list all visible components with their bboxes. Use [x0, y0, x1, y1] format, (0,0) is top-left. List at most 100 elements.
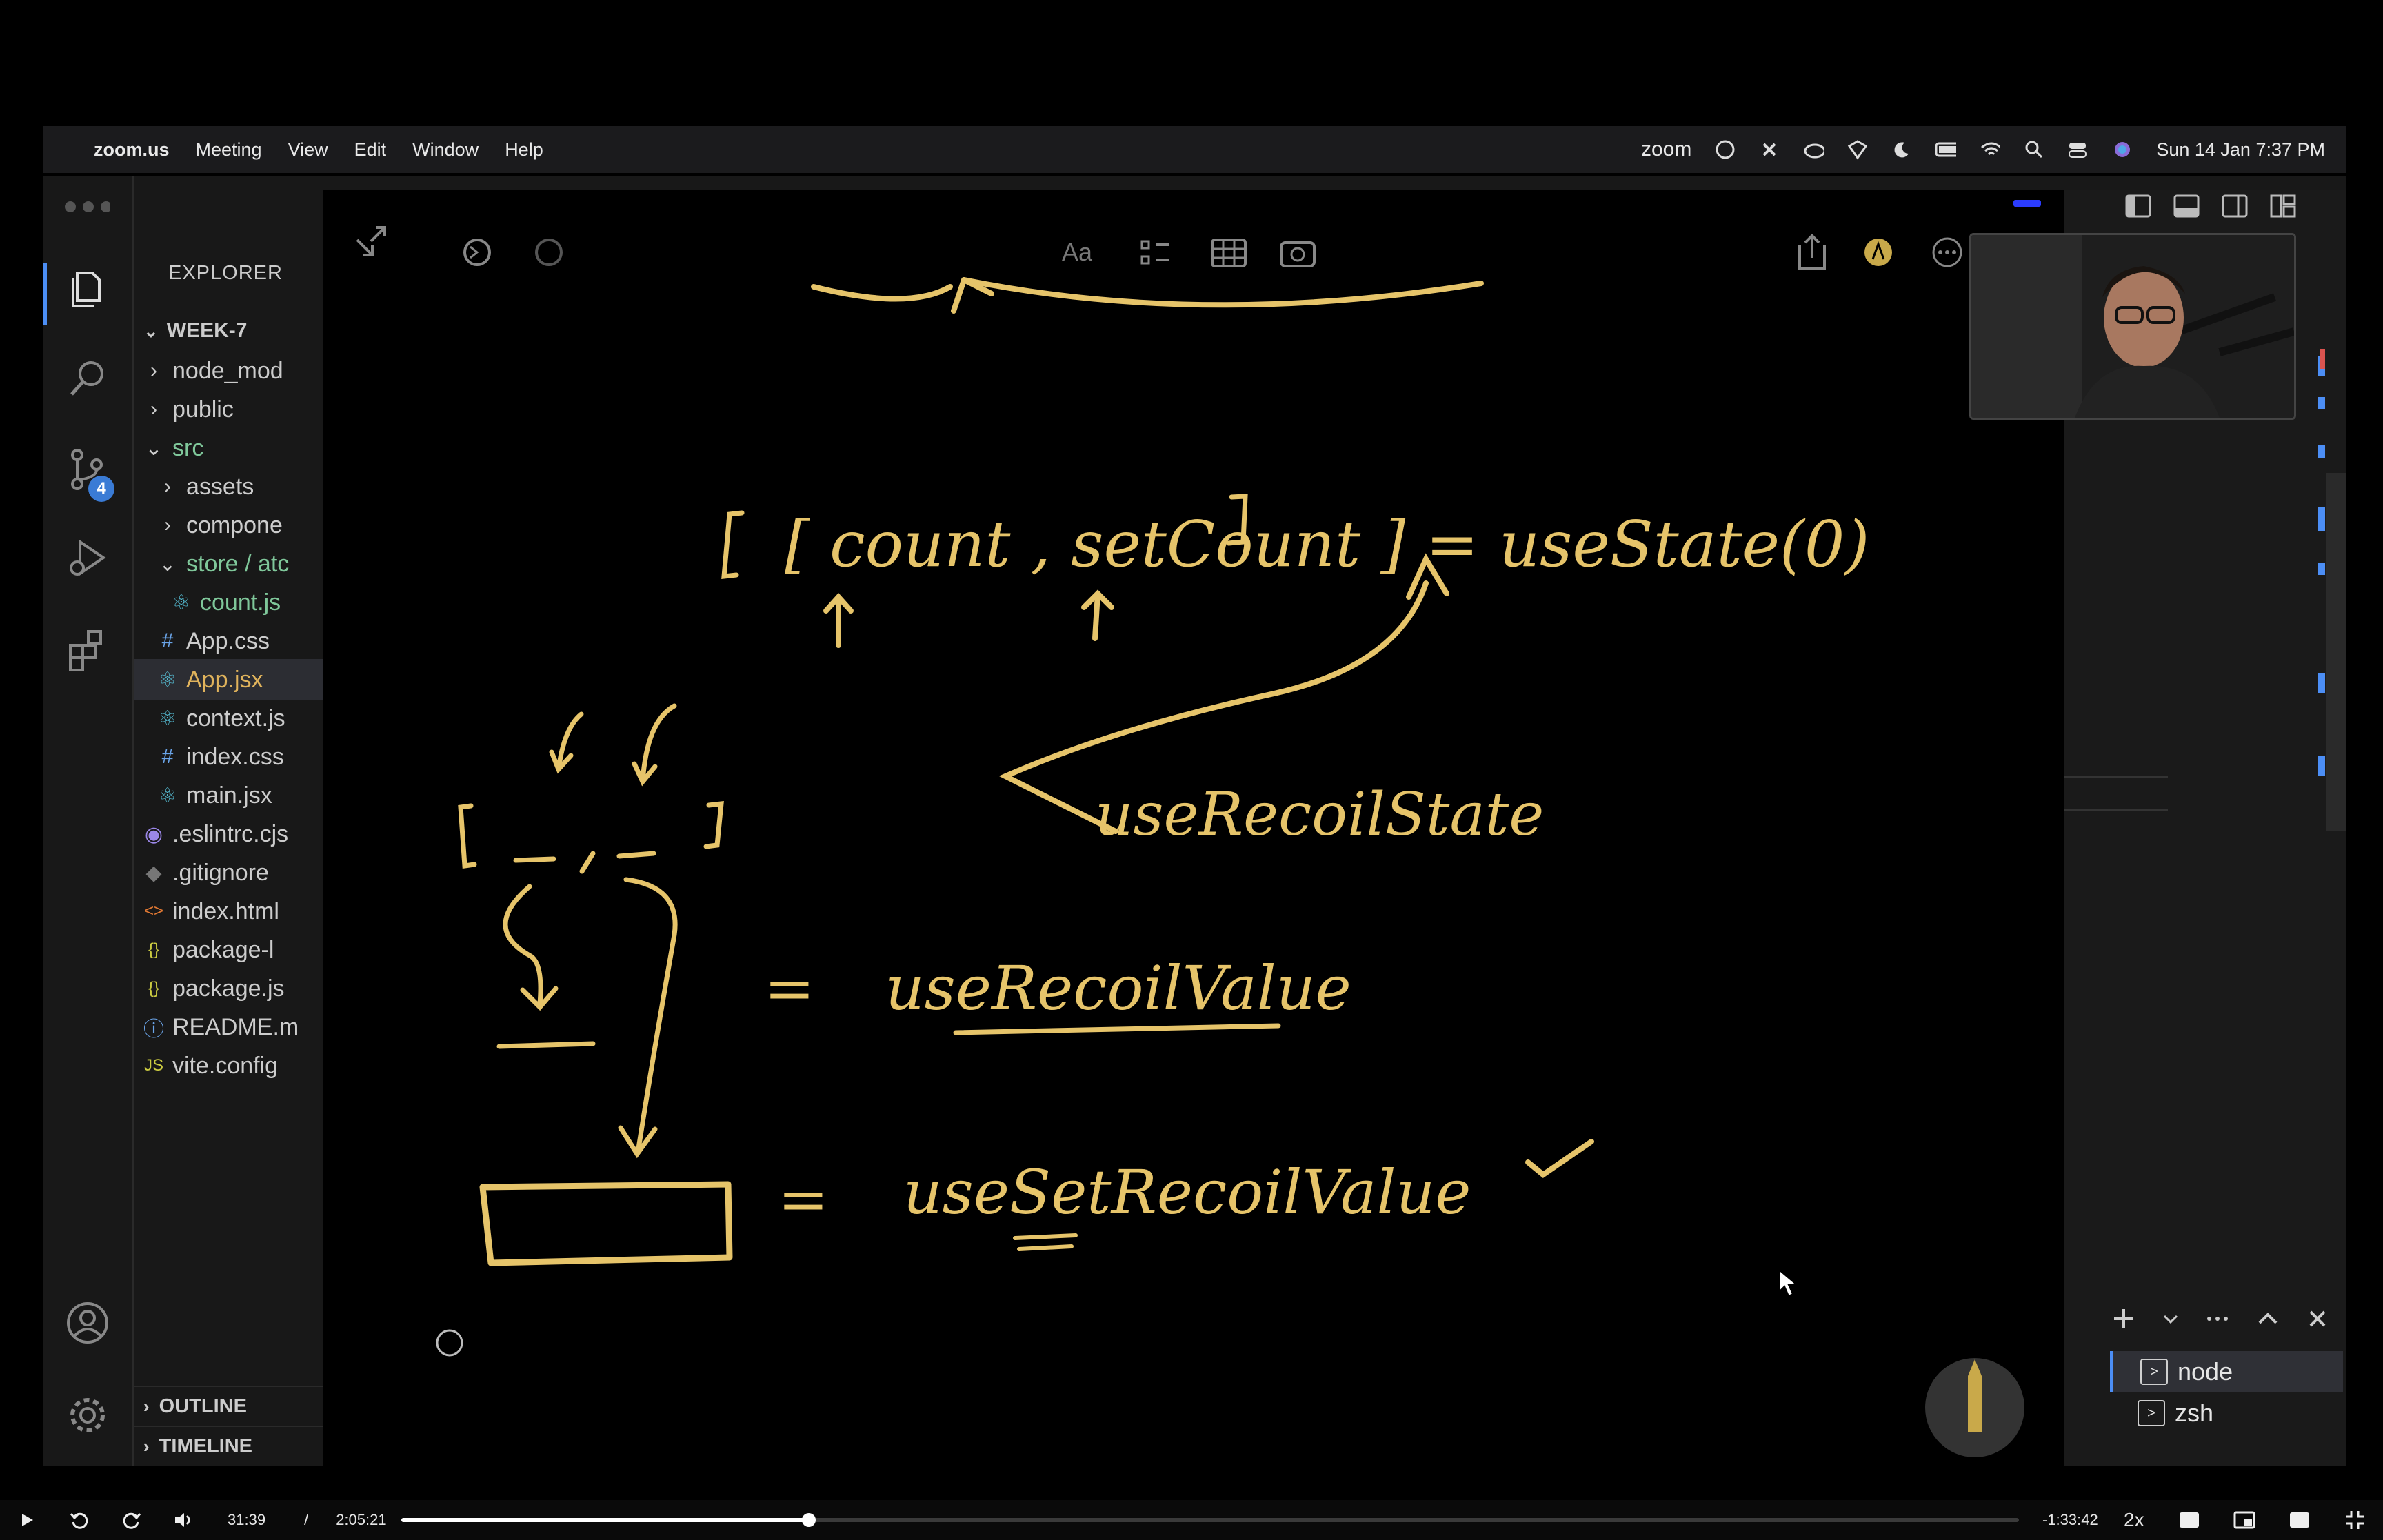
time-separator: /	[304, 1511, 309, 1528]
curly-arrows	[549, 703, 677, 787]
checklist-icon[interactable]	[1140, 240, 1169, 265]
split-arrows	[496, 877, 678, 1159]
undo-icon[interactable]	[463, 239, 491, 266]
html-file-icon: <>	[143, 902, 164, 920]
more-options-icon[interactable]	[1932, 237, 1962, 267]
toggle-secondary-sidebar-icon[interactable]	[2220, 192, 2249, 221]
siri-icon[interactable]	[2112, 139, 2133, 160]
menu-edit[interactable]: Edit	[354, 139, 387, 161]
chevron-right-icon: ›	[150, 398, 157, 421]
menu-view[interactable]: View	[288, 139, 328, 161]
exit-fullscreen-icon[interactable]	[2339, 1504, 2371, 1536]
menu-meeting[interactable]: Meeting	[196, 139, 262, 161]
explorer-files-icon[interactable]	[65, 266, 110, 312]
terminal-toolbar	[2110, 1303, 2331, 1335]
customize-layout-icon[interactable]	[2269, 192, 2297, 221]
explorer-item-label: store / atc	[186, 550, 290, 577]
more-actions-icon[interactable]	[2204, 1305, 2231, 1333]
app-menu[interactable]: zoom.us	[94, 139, 170, 161]
search-icon[interactable]	[2024, 139, 2044, 160]
json-file-icon: {}	[148, 979, 160, 997]
explorer-item-label: index.css	[186, 743, 284, 770]
vpn-icon[interactable]	[1847, 139, 1868, 160]
menu-help[interactable]: Help	[505, 139, 543, 161]
battery-icon[interactable]	[1935, 139, 1957, 160]
traffic-lights-icon[interactable]	[65, 192, 110, 237]
close-panel-icon[interactable]	[2304, 1305, 2331, 1333]
recording-indicator	[2013, 200, 2041, 207]
share-icon[interactable]	[1798, 234, 1826, 270]
progress-fill	[401, 1518, 810, 1522]
cloud-icon[interactable]	[1803, 139, 1824, 160]
react-file-icon: ⚛	[158, 784, 177, 807]
outline-label: OUTLINE	[159, 1395, 247, 1417]
progress-bar[interactable]	[401, 1513, 2019, 1527]
search-icon[interactable]	[65, 356, 110, 401]
whiteboard-canvas[interactable]: Aa [ count , setCount ] = useState(0) us…	[323, 190, 2064, 1466]
markup-pen-icon[interactable]	[1864, 239, 1892, 266]
picture-in-picture-icon[interactable]	[2229, 1504, 2260, 1536]
terminal-zsh[interactable]: > zsh	[2110, 1392, 2343, 1434]
volume-icon[interactable]	[168, 1504, 200, 1536]
wifi-icon[interactable]	[1980, 139, 2001, 160]
clock-label[interactable]: Sun 14 Jan 7:37 PM	[2156, 139, 2325, 161]
git-file-icon: ◆	[145, 861, 162, 884]
rewind-icon[interactable]	[63, 1504, 95, 1536]
json-file-icon: {}	[148, 940, 160, 959]
captions-icon[interactable]	[2173, 1504, 2205, 1536]
run-debug-icon[interactable]	[65, 535, 110, 580]
text-format-button[interactable]: Aa	[1062, 238, 1093, 266]
css-file-icon: #	[161, 745, 174, 768]
screen-share-icon[interactable]	[1715, 139, 1736, 160]
terminal-node[interactable]: > node	[2110, 1351, 2343, 1392]
whiteboard-drawing: Aa [ count , setCount ] = useState(0) us…	[356, 226, 2024, 1457]
lasso-tool-icon[interactable]	[436, 1329, 463, 1357]
chevron-right-icon: ›	[164, 475, 171, 498]
redo-icon[interactable]	[535, 239, 563, 266]
timeline-label: TIMELINE	[159, 1435, 253, 1457]
terminal-tabs: > node > zsh	[2110, 1351, 2343, 1434]
camera-icon[interactable]	[1280, 241, 1316, 267]
pencil-tool-icon[interactable]	[1925, 1358, 2024, 1457]
total-time: 2:05:21	[336, 1511, 387, 1528]
close-x-icon[interactable]	[1759, 139, 1780, 160]
settings-gear-icon[interactable]	[65, 1392, 110, 1438]
explorer-item-label: vite.config	[172, 1052, 279, 1079]
chevron-right-icon: ›	[143, 1395, 150, 1417]
extensions-icon[interactable]	[65, 627, 110, 673]
moon-icon[interactable]	[1891, 139, 1912, 160]
underline-recoil-value	[953, 1023, 1281, 1035]
hd-icon[interactable]	[2284, 1504, 2315, 1536]
toggle-panel-icon[interactable]	[2172, 192, 2201, 221]
play-icon[interactable]	[11, 1504, 43, 1536]
react-file-icon: ⚛	[172, 591, 191, 614]
explorer-item-label: index.html	[172, 898, 279, 924]
playback-speed[interactable]: 2x	[2124, 1509, 2144, 1531]
equals-sign-2: =	[778, 1164, 829, 1235]
explorer-item-label: package-l	[172, 936, 274, 963]
eslint-file-icon: ◉	[144, 822, 163, 846]
forward-icon[interactable]	[116, 1504, 148, 1536]
setter-box-sketch	[479, 1181, 733, 1266]
collapse-icon[interactable]	[356, 226, 386, 256]
webcam-video[interactable]	[1969, 233, 2296, 420]
zoom-status-label[interactable]: zoom	[1641, 138, 1691, 161]
control-center-icon[interactable]	[2068, 139, 2089, 160]
account-icon[interactable]	[65, 1300, 110, 1346]
terminal-zsh-label: zsh	[2175, 1399, 2214, 1427]
menu-window[interactable]: Window	[412, 139, 479, 161]
chevron-down-icon[interactable]	[2160, 1305, 2180, 1333]
table-icon[interactable]	[1211, 239, 1247, 267]
presenter-video-frame	[1971, 235, 2294, 418]
underline-set	[1013, 1233, 1078, 1251]
info-file-icon: ⓘ	[143, 1018, 164, 1041]
explorer-item-label: src	[172, 434, 204, 461]
css-file-icon: #	[161, 629, 174, 652]
explorer-item-label: .gitignore	[172, 859, 269, 886]
root-folder-label: WEEK-7	[166, 319, 248, 342]
new-terminal-icon[interactable]	[2110, 1305, 2137, 1333]
maximize-panel-icon[interactable]	[2254, 1305, 2281, 1333]
toggle-sidebar-icon[interactable]	[2124, 192, 2153, 221]
layout-controls	[2124, 192, 2297, 226]
chevron-right-icon: ›	[164, 514, 171, 536]
